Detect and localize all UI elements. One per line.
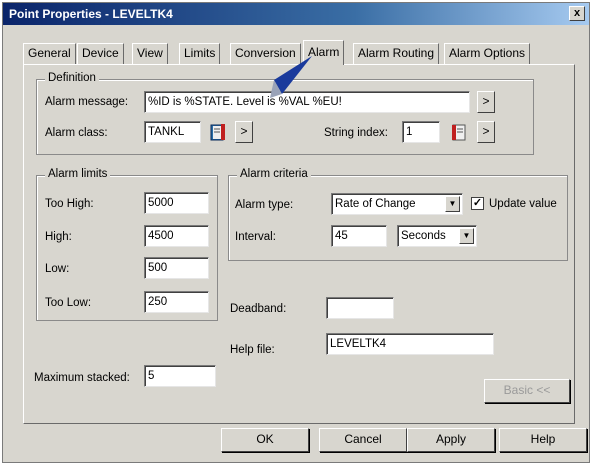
update-value-label: Update value bbox=[489, 198, 557, 210]
string-index-browse-button[interactable]: > bbox=[477, 121, 495, 143]
alarm-type-select[interactable]: Rate of Change ▼ bbox=[331, 193, 463, 215]
interval-label: Interval: bbox=[235, 231, 276, 243]
interval-unit-dropdown-icon[interactable]: ▼ bbox=[459, 228, 474, 244]
alarm-class-book-icon[interactable] bbox=[208, 122, 228, 142]
interval-unit-select[interactable]: Seconds ▼ bbox=[397, 225, 477, 247]
tab-device[interactable]: Device bbox=[77, 43, 124, 64]
tab-alarm-options[interactable]: Alarm Options bbox=[444, 43, 531, 64]
alarm-type-dropdown-icon[interactable]: ▼ bbox=[445, 196, 460, 212]
update-value-checkbox[interactable]: ✓ bbox=[471, 197, 484, 210]
maximum-stacked-label: Maximum stacked: bbox=[34, 372, 130, 384]
alarm-message-browse-button[interactable]: > bbox=[477, 91, 495, 113]
alarm-criteria-legend: Alarm criteria bbox=[237, 168, 311, 180]
deadband-label: Deadband: bbox=[230, 303, 287, 315]
too-high-label: Too High: bbox=[45, 198, 94, 210]
help-file-field[interactable]: LEVELTK4 bbox=[326, 333, 494, 355]
tab-limits[interactable]: Limits bbox=[179, 43, 221, 64]
apply-button[interactable]: Apply bbox=[407, 428, 495, 452]
interval-field[interactable]: 45 bbox=[331, 225, 387, 247]
low-field[interactable]: 500 bbox=[144, 257, 209, 279]
deadband-field[interactable] bbox=[326, 297, 394, 319]
tab-general[interactable]: General bbox=[23, 43, 76, 64]
tab-alarm-routing[interactable]: Alarm Routing bbox=[353, 43, 440, 64]
alarm-class-label: Alarm class: bbox=[45, 127, 108, 139]
too-high-field[interactable]: 5000 bbox=[144, 192, 209, 214]
close-button[interactable]: x bbox=[569, 6, 585, 21]
basic-toggle-button[interactable]: Basic << bbox=[484, 379, 570, 403]
alarm-type-value: Rate of Change bbox=[335, 198, 416, 210]
alarm-class-field[interactable]: TANKL bbox=[144, 121, 201, 143]
string-index-field[interactable]: 1 bbox=[402, 121, 440, 143]
string-index-label: String index: bbox=[324, 127, 388, 139]
title-bar[interactable]: Point Properties - LEVELTK4 x bbox=[3, 3, 589, 25]
definition-legend: Definition bbox=[45, 72, 99, 84]
high-field[interactable]: 4500 bbox=[144, 225, 209, 247]
maximum-stacked-field[interactable]: 5 bbox=[144, 365, 216, 387]
window-title: Point Properties - LEVELTK4 bbox=[9, 7, 173, 21]
alarm-message-label: Alarm message: bbox=[45, 96, 129, 108]
help-file-label: Help file: bbox=[230, 344, 275, 356]
alarm-criteria-group: Alarm criteria Alarm type: Rate of Chang… bbox=[228, 168, 568, 261]
tab-view[interactable]: View bbox=[132, 43, 168, 64]
high-label: High: bbox=[45, 231, 72, 243]
alarm-limits-legend: Alarm limits bbox=[45, 168, 111, 180]
interval-unit-value: Seconds bbox=[401, 230, 446, 242]
pointer-arrow-icon bbox=[270, 56, 312, 98]
low-label: Low: bbox=[45, 263, 70, 275]
alarm-class-browse-button[interactable]: > bbox=[235, 121, 253, 143]
alarm-type-label: Alarm type: bbox=[235, 199, 294, 211]
too-low-field[interactable]: 250 bbox=[144, 291, 209, 313]
alarm-limits-group: Alarm limits Too High: 5000 High: 4500 L… bbox=[36, 168, 218, 321]
string-index-book-icon[interactable] bbox=[449, 122, 469, 142]
ok-button[interactable]: OK bbox=[221, 428, 309, 452]
alarm-tab-panel: Definition Alarm message: %ID is %STATE.… bbox=[23, 64, 575, 424]
too-low-label: Too Low: bbox=[45, 297, 92, 309]
cancel-button[interactable]: Cancel bbox=[319, 428, 407, 452]
help-button[interactable]: Help bbox=[499, 428, 587, 452]
